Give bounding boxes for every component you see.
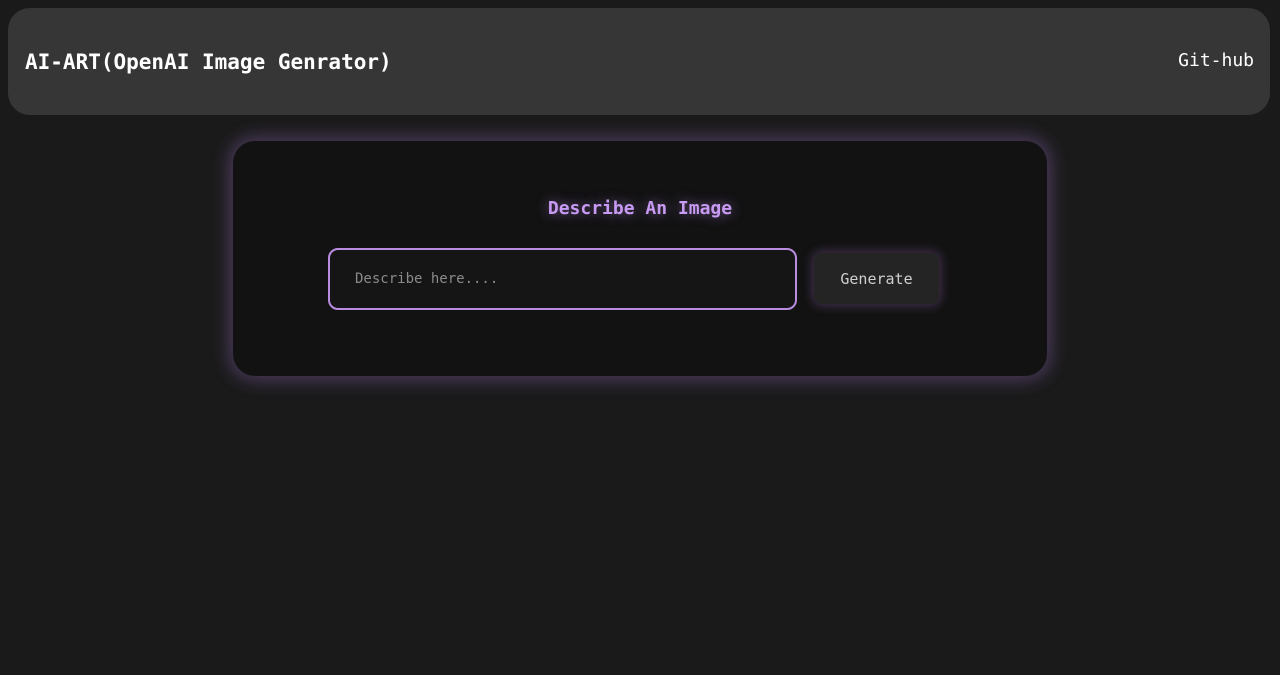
describe-heading: Describe An Image	[547, 198, 733, 219]
navbar: AI-ART(OpenAI Image Genrator) Git-hub	[8, 8, 1270, 115]
github-link[interactable]: Git-hub	[1178, 50, 1254, 71]
brand-title: AI-ART(OpenAI Image Genrator)	[25, 49, 392, 74]
generate-button[interactable]: Generate	[814, 253, 939, 304]
describe-input[interactable]	[328, 248, 797, 310]
